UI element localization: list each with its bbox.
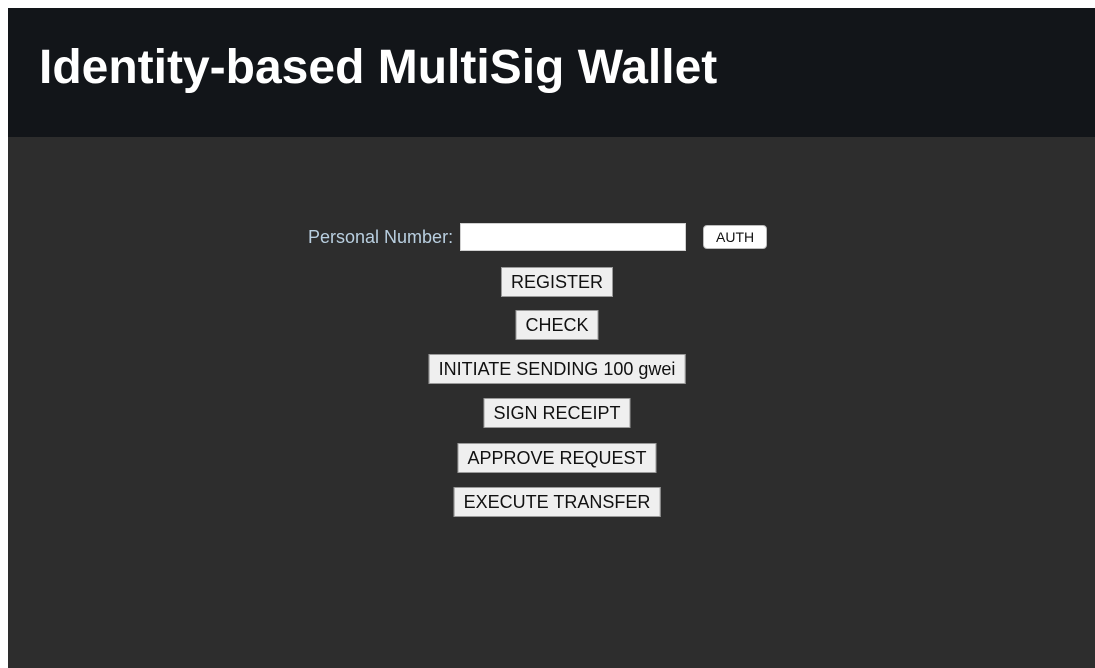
execute-transfer-button[interactable]: EXECUTE TRANSFER	[453, 487, 661, 517]
register-button[interactable]: REGISTER	[500, 267, 614, 297]
personal-number-label: Personal Number:	[308, 226, 454, 247]
auth-button[interactable]: AUTH	[703, 225, 768, 249]
approve-request-button[interactable]: APPROVE REQUEST	[457, 443, 657, 473]
app-window: Identity-based MultiSig Wallet Personal …	[8, 8, 1095, 668]
initiate-sending-button[interactable]: INITIATE SENDING 100 gwei	[428, 354, 686, 384]
personal-number-input[interactable]	[460, 223, 687, 251]
header-bar: Identity-based MultiSig Wallet	[8, 8, 1095, 137]
auth-row: Personal Number: AUTH	[308, 221, 768, 253]
check-button[interactable]: CHECK	[515, 310, 599, 340]
page-title: Identity-based MultiSig Wallet	[39, 41, 718, 94]
sign-receipt-button[interactable]: SIGN RECEIPT	[483, 398, 631, 428]
